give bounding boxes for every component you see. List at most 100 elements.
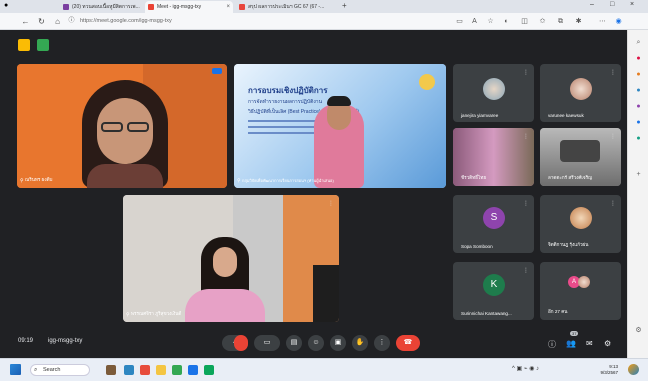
notification-icon[interactable] <box>628 364 639 375</box>
pin-icon[interactable]: ⚲ <box>126 312 130 318</box>
participant-name: กลุ่มวิจัยเพื่อพัฒนาการเรียนการสอนฯ (ท่า… <box>242 178 334 183</box>
profile-icon[interactable]: ● <box>4 2 8 9</box>
presentation-tile[interactable]: การอบรมเชิงปฏิบัติการ การจัดทำรายงานผลกา… <box>234 64 446 188</box>
browser-tab-bar: ● (20) ทวนสอบเนื้อหูมีสิตการเพ... Meet -… <box>0 0 648 13</box>
search-icon[interactable]: ⌕ <box>634 38 643 47</box>
participant-shirt <box>185 289 265 322</box>
outlook-icon[interactable] <box>188 365 198 375</box>
pin-icon[interactable]: ⚲ <box>20 178 24 184</box>
sidebar-settings-icon[interactable]: ⚙ <box>634 326 643 335</box>
close-window-button[interactable]: × <box>630 1 634 8</box>
more-options-icon[interactable]: ⋮ <box>610 69 616 76</box>
camera-button[interactable]: ▭ <box>254 335 280 351</box>
add-icon[interactable]: + <box>634 170 643 179</box>
taskbar-clock[interactable]: 9:13 9/3/2567 <box>600 364 618 376</box>
browser-tab-meet[interactable]: Meet - igg-msgg-txy × <box>145 1 233 13</box>
more-options-icon[interactable]: ⋮ <box>523 69 529 76</box>
split-screen-icon[interactable]: ◫ <box>520 17 529 26</box>
participant-name: พรรณศจิรา ภูริสุขวงเงินดี <box>131 311 182 316</box>
favorite-icon[interactable]: ☆ <box>486 17 495 26</box>
camera-icon: ▭ <box>263 339 271 346</box>
participant-tile-varunee[interactable]: ⋮ varunee kaewsuk <box>540 64 621 122</box>
home-icon[interactable]: ⌂ <box>52 16 63 27</box>
activities-icon[interactable]: ⚙ <box>604 339 611 348</box>
raise-hand-button[interactable]: ✋ <box>352 335 368 351</box>
new-tab-button[interactable]: + <box>342 1 347 10</box>
present-button[interactable]: ▣ <box>330 335 346 351</box>
system-tray-icons[interactable]: ^ ▣ ⌁ ◉ ♪ <box>512 365 539 372</box>
participant-tile-janejira[interactable]: ⋮ janejira yiamvaree <box>453 64 534 122</box>
more-options-icon[interactable]: ⋮ <box>610 200 616 207</box>
windows-start-icon[interactable] <box>10 364 21 375</box>
people-icon[interactable]: 👥 <box>566 339 576 348</box>
outlook-icon[interactable]: ● <box>634 118 643 127</box>
more-options-icon[interactable]: ⋮ <box>328 200 334 207</box>
avatar <box>578 276 590 288</box>
games-icon[interactable]: ● <box>634 86 643 95</box>
chair <box>313 265 339 322</box>
participant-count-badge: 37 <box>570 331 579 336</box>
browser-tab-3[interactable]: สรุป ผลการประเมินฯ GC 67 (67 -... <box>236 1 336 13</box>
meet-stage: ⚲ ณรินทร ผงดีบ การอบรมเชิงปฏิบัติการ การ… <box>0 30 627 358</box>
edge-icon[interactable] <box>124 365 134 375</box>
participant-tile-main-3[interactable]: ⋮ ⚲ พรรณศจิรา ภูริสุขวงเงินดี <box>123 195 339 322</box>
participant-tile-main-1[interactable]: ⚲ ณรินทร ผงดีบ <box>17 64 227 188</box>
meeting-time: 09:19 <box>18 338 34 344</box>
participant-tile-sopa[interactable]: S ⋮ Sopa Somboon <box>453 195 534 253</box>
tools-icon[interactable]: ● <box>634 70 643 79</box>
present-icon: ▣ <box>334 339 342 346</box>
participant-tile-6[interactable]: ⋮ จิตติกานฎ รุ้งแก้วฝน <box>540 195 621 253</box>
leave-call-button[interactable]: ☎ <box>396 335 420 351</box>
pin-icon[interactable]: ⚲ <box>237 178 241 184</box>
close-tab-icon[interactable]: × <box>226 1 230 13</box>
meet-favicon-icon <box>148 4 154 10</box>
office-icon[interactable]: ● <box>634 102 643 111</box>
more-options-icon[interactable]: ⋮ <box>523 267 529 274</box>
emoji-button[interactable]: ☺ <box>308 335 324 351</box>
more-options-button[interactable]: ⋮ <box>374 335 390 351</box>
favorites-icon[interactable]: ✩ <box>538 17 547 26</box>
meet-control-bar: 09:19 igg-msgg-txy ˄ ▭ ▤ ☺ ▣ ✋ ⋮ ☎ ⓘ 👥 3… <box>0 330 627 358</box>
more-menu-icon[interactable]: ⋯ <box>598 17 607 26</box>
minimize-button[interactable]: – <box>590 1 594 8</box>
mic-options-button[interactable]: ˄ <box>222 335 248 351</box>
hangup-icon: ☎ <box>403 339 413 346</box>
more-options-icon[interactable]: ⋮ <box>610 133 616 140</box>
others-tile[interactable]: A อีก 27 คน <box>540 262 621 320</box>
drop-icon[interactable]: ● <box>634 134 643 143</box>
url-field[interactable]: https://meet.google.com/igg-msgg-txy <box>80 16 440 27</box>
participant-shoulders <box>87 164 163 188</box>
collections-icon[interactable]: ⧉ <box>556 17 565 26</box>
avatar: K <box>483 274 505 296</box>
meet-app-icon[interactable] <box>204 365 214 375</box>
chat-icon[interactable]: ✉ <box>586 339 593 348</box>
info-icon[interactable]: ⓘ <box>548 339 556 350</box>
shopping-icon[interactable]: ● <box>634 54 643 63</box>
chrome-icon[interactable] <box>140 365 150 375</box>
extension-icon[interactable]: ◐ <box>502 17 511 26</box>
line-icon[interactable] <box>172 365 182 375</box>
captions-button[interactable]: ▤ <box>286 335 302 351</box>
activities-icon[interactable] <box>18 39 30 51</box>
extensions-icon[interactable]: ✱ <box>574 17 583 26</box>
avatar <box>570 78 592 100</box>
translate-icon[interactable]: A <box>470 17 479 26</box>
participant-face <box>213 247 237 277</box>
taskbar-search[interactable]: ⌕ Search <box>30 364 90 376</box>
back-icon[interactable]: ← <box>20 16 31 27</box>
participant-name: Surinnichai Kantawang... <box>461 311 512 316</box>
refresh-icon[interactable]: ↻ <box>36 16 47 27</box>
maximize-button[interactable]: □ <box>610 1 614 8</box>
participant-tile-4[interactable]: ⋮ ลาดตะกร์ สรีวงศ์เจริญ <box>540 128 621 186</box>
widgets-icon[interactable] <box>106 365 116 375</box>
participant-tile-3[interactable]: ⋮ ชีรวติทธิ์ไทย <box>453 128 534 186</box>
copilot-icon[interactable]: ◉ <box>614 17 623 26</box>
browser-tab-1[interactable]: (20) ทวนสอบเนื้อหูมีสิตการเพ... <box>60 1 142 13</box>
cast-icon[interactable]: ▭ <box>455 17 464 26</box>
site-info-icon[interactable]: ⓘ <box>66 16 77 27</box>
file-explorer-icon[interactable] <box>156 365 166 375</box>
more-options-icon[interactable]: ⋮ <box>523 133 529 140</box>
participant-tile-surinnichai[interactable]: K ⋮ Surinnichai Kantawang... <box>453 262 534 320</box>
more-options-icon[interactable]: ⋮ <box>523 200 529 207</box>
whiteboard-icon[interactable] <box>37 39 49 51</box>
